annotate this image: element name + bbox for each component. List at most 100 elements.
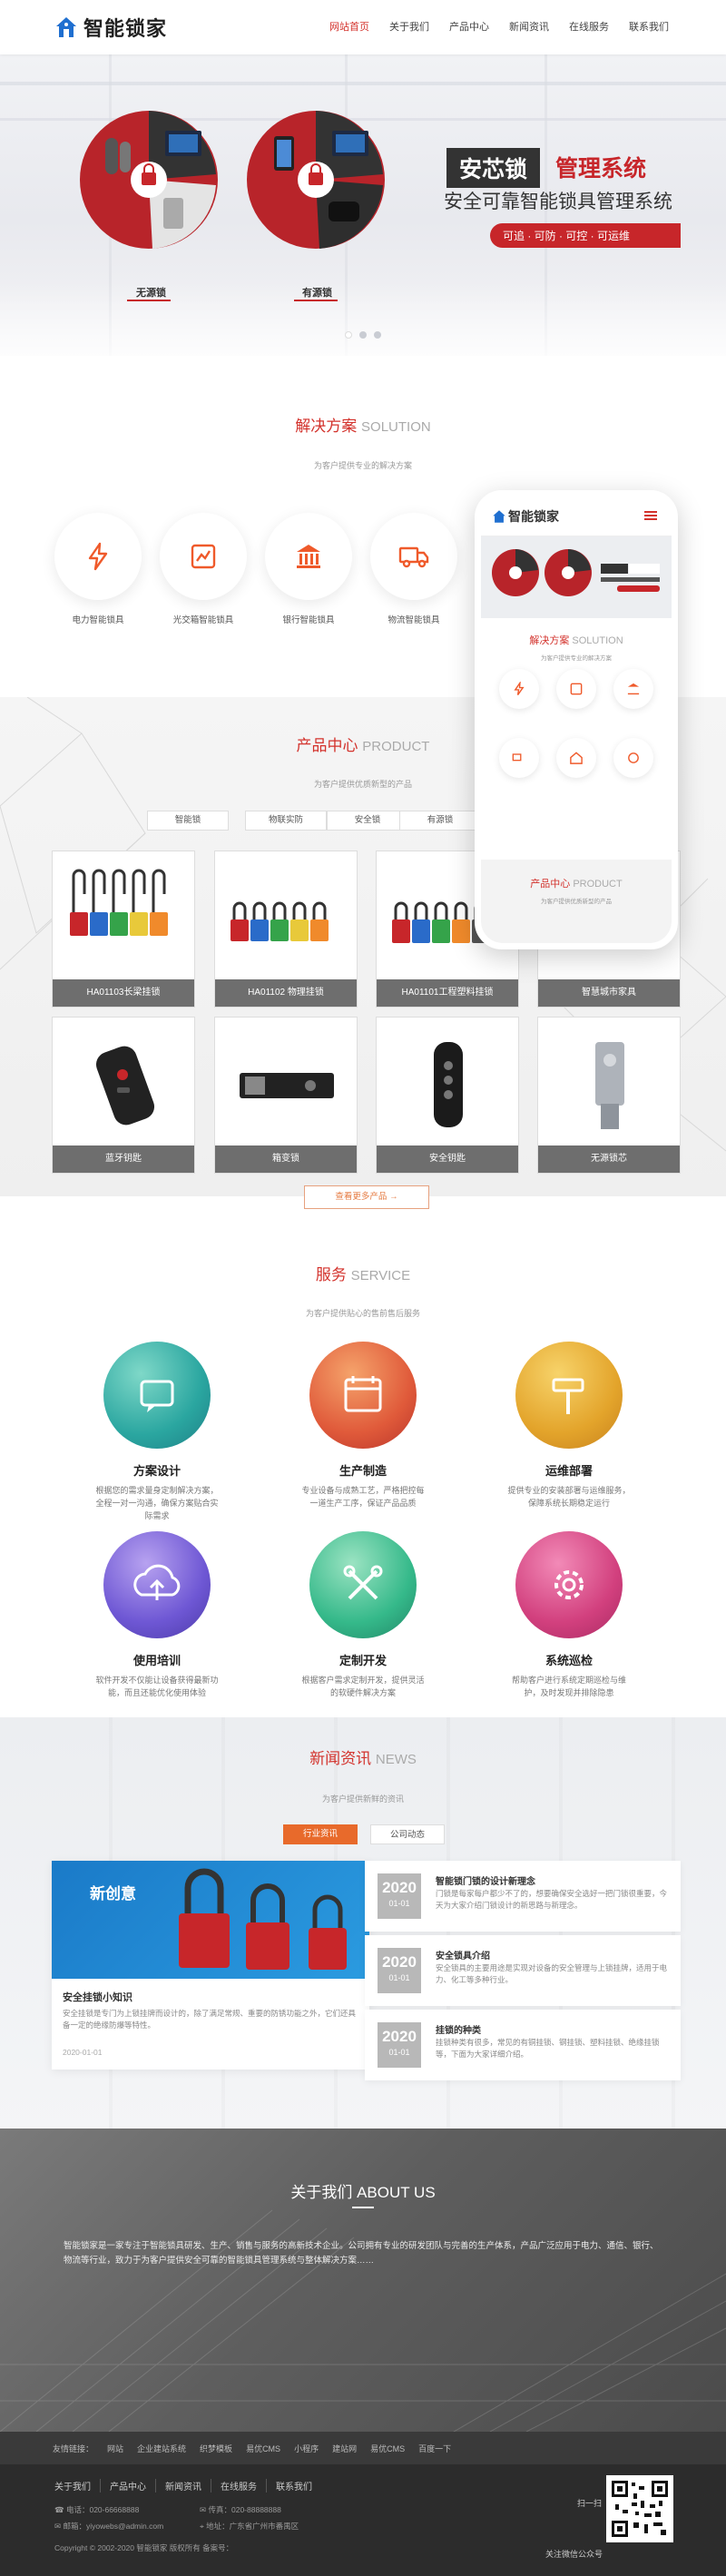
product-card-8[interactable]: 无源锁芯 xyxy=(537,1017,681,1174)
news-item-3[interactable]: 2020 01-01 挂锁的种类 挂锁种类有很多，常见的有铜挂锁、钢挂锁、塑料挂锁… xyxy=(365,2010,681,2080)
footer-nav-products[interactable]: 产品中心 xyxy=(100,2479,155,2492)
phone-solution-grid xyxy=(497,669,656,832)
service-inspection-title: 系统巡检 xyxy=(544,1654,593,1667)
service-manufacturing-title: 生产制造 xyxy=(338,1464,387,1478)
about-section: 关于我们 ABOUT US 智能锁家是一家专注于智能锁具研发、生产、销售与服务的… xyxy=(0,2129,726,2432)
friend-link-2[interactable]: 企业建站系统 xyxy=(137,2443,186,2454)
service-deploy-desc: 提供专业的安装部署与运维服务，保障系统长期稳定运行 xyxy=(507,1486,631,1508)
phone-sol-1[interactable] xyxy=(499,669,539,709)
news-item-1[interactable]: 2020 01-01 智能锁门锁的设计新理念 门锁是每家每户都少不了的，想要确保安… xyxy=(365,1861,681,1932)
carousel-dot-3[interactable] xyxy=(374,331,381,339)
phone-logo-text: 智能锁家 xyxy=(508,510,559,525)
phone-sol-3[interactable] xyxy=(613,669,653,709)
hero-banner: 无源锁 有源锁 安芯锁 管理系统 安全可靠智能锁具管理系统 可追 · 可防 · … xyxy=(0,54,726,356)
news-item-2[interactable]: 2020 01-01 安全锁具介绍 安全锁具的主要用途是实现对设备的安全管理与上锁… xyxy=(365,1935,681,2006)
footer-nav: 关于我们 产品中心 新闻资讯 在线服务 联系我们 xyxy=(54,2479,321,2492)
product-card-6-title: 箱变锁 xyxy=(215,1145,357,1173)
carousel-dot-2[interactable] xyxy=(359,331,367,339)
solution-item-bank[interactable]: 银行智能锁具 xyxy=(265,513,352,625)
nav-service[interactable]: 在线服务 xyxy=(559,0,619,54)
about-title: 关于我们 ABOUT US xyxy=(0,2179,726,2202)
solution-item-power[interactable]: 电力智能锁具 xyxy=(54,513,142,625)
service-inspection[interactable]: 系统巡检 帮助客户进行系统定期巡检与维护，及时发现并排除隐患 xyxy=(469,1531,669,1699)
solution-title-en: SOLUTION xyxy=(361,419,431,435)
phone-sol-6[interactable] xyxy=(613,738,653,778)
footer-nav-about[interactable]: 关于我们 xyxy=(54,2479,100,2492)
news-tab-company[interactable]: 公司动态 xyxy=(370,1824,445,1844)
friend-link-8[interactable]: 百度一下 xyxy=(418,2443,451,2454)
service-training-title: 使用培训 xyxy=(132,1654,181,1667)
footer-nav-news[interactable]: 新闻资讯 xyxy=(155,2479,211,2492)
news-item-1-title: 智能锁门锁的设计新理念 xyxy=(436,1877,535,1887)
product-card-1[interactable]: HA01103长梁挂锁 xyxy=(52,850,195,1008)
product-tab-safety[interactable]: 安全锁 xyxy=(327,811,408,831)
phone-sol-2[interactable] xyxy=(556,669,596,709)
friend-link-4[interactable]: 易优CMS xyxy=(246,2443,280,2454)
solution-item-fiber[interactable]: 光交箱智能锁具 xyxy=(160,513,247,625)
product-card-5[interactable]: 蓝牙钥匙 xyxy=(52,1017,195,1174)
mobile-preview: 智能锁家 解决方案 SOLUTION 为客户提供专业的解决方案 产品中心 PRO… xyxy=(475,490,678,949)
friend-link-1[interactable]: 网站 xyxy=(107,2443,123,2454)
product-tab-iot[interactable]: 物联实防 xyxy=(245,811,327,831)
phone-header: 智能锁家 xyxy=(481,497,672,536)
solution-label-logistics: 物流智能锁具 xyxy=(388,615,440,625)
news-item-1-desc: 门锁是每家每户都少不了的，想要确保安全选好一把门锁很重要，今天为大家介绍门锁设计… xyxy=(436,1889,668,1910)
phone-sol-5[interactable] xyxy=(556,738,596,778)
nav-products[interactable]: 产品中心 xyxy=(439,0,499,54)
friend-link-6[interactable]: 建站网 xyxy=(332,2443,357,2454)
news-item-3-date: 2020 01-01 xyxy=(378,2022,421,2068)
more-products-button[interactable]: 查看更多产品 → xyxy=(304,1185,429,1209)
featured-news[interactable]: 新创意 安全挂锁小知识 安全挂锁是专门为上锁挂牌而设计的，除了满足常规、重要的防… xyxy=(52,1861,369,2070)
phone-solution-sub: 为客户提供专业的解决方案 xyxy=(541,655,612,662)
news-subtitle: 为客户提供新鲜的资讯 xyxy=(321,1794,404,1804)
product-card-7-title: 安全钥匙 xyxy=(377,1145,518,1173)
gear-icon xyxy=(554,1570,584,1599)
logo[interactable]: 智能锁家 xyxy=(54,13,167,42)
hero-subtitle: 安全可靠智能锁具管理系统 xyxy=(444,192,672,212)
friend-link-5[interactable]: 小程序 xyxy=(294,2443,319,2454)
phone-solution-title: 解决方案 SOLUTION xyxy=(481,633,672,647)
service-deploy[interactable]: 运维部署 提供专业的安装部署与运维服务，保障系统长期稳定运行 xyxy=(469,1342,669,1509)
news-item-3-title: 挂锁的种类 xyxy=(436,2026,481,2036)
friend-link-7[interactable]: 易优CMS xyxy=(370,2443,405,2454)
phone-menu-icon[interactable] xyxy=(644,511,657,520)
footer-nav-service[interactable]: 在线服务 xyxy=(211,2479,266,2492)
phone-sol-title-cn: 解决方案 xyxy=(529,635,570,646)
service-design-title: 方案设计 xyxy=(132,1464,181,1478)
nav-about[interactable]: 关于我们 xyxy=(379,0,439,54)
nav-contact[interactable]: 联系我们 xyxy=(619,0,679,54)
service-manufacturing[interactable]: 生产制造 专业设备与成熟工艺，严格把控每一道生产工序，保证产品品质 xyxy=(263,1342,463,1509)
product-card-7[interactable]: 安全钥匙 xyxy=(376,1017,519,1174)
disc1-underline xyxy=(127,300,171,301)
friend-link-3[interactable]: 织梦模板 xyxy=(200,2443,232,2454)
product-card-6[interactable]: 箱变锁 xyxy=(214,1017,358,1174)
news-tab-industry[interactable]: 行业资讯 xyxy=(283,1824,358,1844)
disc2-underline xyxy=(294,300,338,301)
service-design[interactable]: 方案设计 根据您的需求量身定制解决方案，全程一对一沟通，确保方案贴合实际需求 xyxy=(57,1342,257,1522)
carousel-dot-1[interactable] xyxy=(345,331,352,339)
service-title-cn: 服务 xyxy=(315,1266,347,1283)
hero-feature-bar: 可追 · 可防 · 可控 · 可运维 xyxy=(490,223,681,248)
product-card-1-title: HA01103长梁挂锁 xyxy=(53,979,194,1007)
news-item-2-title: 安全锁具介绍 xyxy=(436,1952,490,1961)
nav-home[interactable]: 网站首页 xyxy=(319,0,379,54)
phone-sol-4[interactable] xyxy=(499,738,539,778)
product-card-2[interactable]: HA01102 物理挂锁 xyxy=(214,850,358,1008)
footer-nav-contact[interactable]: 联系我们 xyxy=(266,2479,321,2492)
service-training[interactable]: 使用培训 软件开发不仅能让设备获得最新功能，而且还能优化使用体验 xyxy=(57,1531,257,1699)
footer-email: ✉ 邮箱：yiyowebs@admin.com xyxy=(54,2522,164,2531)
tools-icon xyxy=(343,1565,383,1600)
news-title: 新闻资讯 NEWS xyxy=(0,1745,726,1768)
product-tab-smart[interactable]: 智能锁 xyxy=(147,811,229,831)
solution-label-bank: 银行智能锁具 xyxy=(282,615,335,625)
more-products-label: 查看更多产品 xyxy=(335,1192,388,1202)
carousel-dots xyxy=(345,331,381,339)
nav-news[interactable]: 新闻资讯 xyxy=(499,0,559,54)
product-tab-active[interactable]: 有源锁 xyxy=(399,811,481,831)
main-nav: 网站首页 关于我们 产品中心 新闻资讯 在线服务 联系我们 xyxy=(319,0,679,54)
solution-item-logistics[interactable]: 物流智能锁具 xyxy=(370,513,457,625)
product-card-5-title: 蓝牙钥匙 xyxy=(53,1145,194,1173)
featured-news-date: 2020-01-01 xyxy=(63,2048,103,2057)
service-custom-dev[interactable]: 定制开发 根据客户需求定制开发，提供灵活的软硬件解决方案 xyxy=(263,1531,463,1699)
phone-product-title: 产品中心 PRODUCT xyxy=(481,876,672,890)
